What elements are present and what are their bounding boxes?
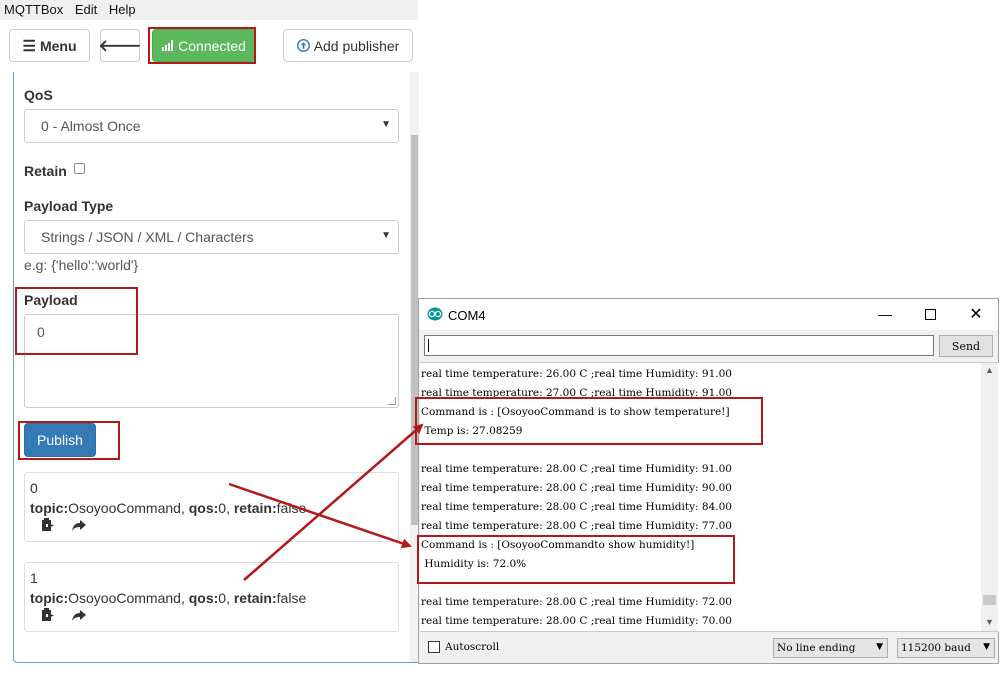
add-publisher-button[interactable]: Add publisher	[283, 29, 413, 62]
minimize-button[interactable]: —	[865, 303, 905, 325]
baud-rate-select[interactable]: 115200 baud ▼	[897, 638, 995, 658]
payload-type-label: Payload Type	[24, 198, 114, 214]
arduino-icon	[427, 307, 443, 321]
output-line: real time temperature: 28.00 C ;real tim…	[421, 482, 732, 494]
topic-value: OsoyooCommand	[68, 590, 181, 606]
highlight-payload	[15, 287, 138, 355]
maximize-button[interactable]	[910, 303, 950, 325]
retain-checkbox[interactable]	[74, 163, 85, 174]
topic-key: topic:	[30, 590, 69, 606]
circle-arrow-up-icon	[296, 39, 310, 52]
payload-type-select[interactable]: Strings / JSON / XML / Characters ▼	[24, 220, 399, 254]
hamburger-icon: ☰	[22, 37, 36, 55]
menu-mqttbox[interactable]: MQTTBox	[0, 0, 67, 17]
message-item: 0 topic:OsoyooCommand, qos:0, retain:fal…	[24, 472, 399, 542]
highlight-connected	[148, 27, 256, 64]
highlight-publish	[18, 421, 120, 460]
arrow-left-icon: 🡐	[98, 38, 142, 55]
clipboard-icon[interactable]	[39, 517, 55, 533]
autoscroll-checkbox[interactable]	[428, 641, 440, 653]
add-publisher-label: Add publisher	[313, 37, 400, 54]
output-line: real time temperature: 26.00 C ;real tim…	[421, 368, 732, 380]
resize-grip-icon[interactable]	[388, 397, 396, 405]
caret-down-icon: ▼	[381, 119, 391, 130]
maximize-icon	[924, 308, 936, 320]
send-button[interactable]: Send	[939, 335, 993, 357]
window-title: COM4	[448, 308, 486, 323]
message-index: 0	[30, 480, 38, 496]
highlight-temperature-command	[415, 397, 763, 445]
topic-value: OsoyooCommand	[68, 500, 181, 516]
retain-label: Retain	[24, 163, 67, 179]
serial-monitor-window: COM4 — ✕ Send real time temperature: 26.…	[418, 298, 999, 664]
clipboard-icon[interactable]	[39, 607, 55, 623]
message-item: 1 topic:OsoyooCommand, qos:0, retain:fal…	[24, 562, 399, 632]
scroll-down-icon[interactable]: ▼	[985, 617, 994, 627]
caret-down-icon: ▼	[381, 230, 391, 241]
close-icon: ✕	[969, 306, 983, 323]
output-scrollbar[interactable]: ▲ ▼	[981, 363, 998, 631]
back-button[interactable]: 🡐	[98, 29, 142, 62]
message-meta: topic:OsoyooCommand, qos:0, retain:false	[30, 500, 307, 516]
payload-type-hint: e.g: {'hello':'world'}	[24, 257, 139, 273]
chevron-down-icon: ▼	[983, 642, 990, 652]
output-line: real time temperature: 28.00 C ;real tim…	[421, 520, 732, 532]
payload-type-value: Strings / JSON / XML / Characters	[41, 229, 254, 245]
scroll-up-icon[interactable]: ▲	[985, 365, 994, 375]
menu-button-label: Menu	[39, 37, 77, 54]
qos-value: 0 - Almost Once	[41, 118, 141, 134]
output-line: real time temperature: 28.00 C ;real tim…	[421, 596, 732, 608]
serial-footer: Autoscroll No line ending ▼ 115200 baud …	[419, 633, 998, 663]
output-scrollbar-thumb[interactable]	[983, 595, 996, 605]
share-arrow-icon[interactable]	[71, 517, 87, 533]
title-bar: COM4 — ✕	[419, 299, 998, 330]
chevron-down-icon: ▼	[876, 642, 883, 652]
close-button[interactable]: ✕	[956, 303, 996, 325]
menu-help[interactable]: Help	[105, 0, 140, 17]
menu-edit[interactable]: Edit	[71, 0, 101, 17]
qos-label: QoS	[24, 87, 53, 103]
panel-scrollbar-thumb[interactable]	[411, 135, 418, 525]
minimize-icon: —	[878, 306, 892, 322]
qos-value: 0	[218, 590, 227, 606]
autoscroll-label: Autoscroll	[445, 641, 500, 653]
mqttbox-window: MQTTBox Edit Help ☰ Menu 🡐 Connected Add…	[0, 0, 420, 682]
menubar: MQTTBox Edit Help	[0, 0, 418, 20]
topic-key: topic:	[30, 500, 69, 516]
retain-value: false	[276, 500, 307, 516]
line-ending-value: No line ending	[777, 642, 856, 654]
highlight-humidity-command	[417, 535, 735, 584]
qos-value: 0	[218, 500, 227, 516]
output-line: real time temperature: 28.00 C ;real tim…	[421, 463, 732, 475]
qos-key: qos:	[188, 590, 219, 606]
menu-button[interactable]: ☰ Menu	[9, 29, 90, 62]
text-cursor	[428, 339, 429, 352]
retain-value: false	[276, 590, 307, 606]
share-arrow-icon[interactable]	[71, 607, 87, 623]
message-meta: topic:OsoyooCommand, qos:0, retain:false	[30, 590, 307, 606]
serial-send-input[interactable]	[424, 335, 934, 356]
output-line: real time temperature: 28.00 C ;real tim…	[421, 501, 732, 513]
baud-rate-value: 115200 baud	[901, 642, 971, 654]
line-ending-select[interactable]: No line ending ▼	[773, 638, 888, 658]
qos-select[interactable]: 0 - Almost Once ▼	[24, 109, 399, 143]
retain-key: retain:	[233, 590, 277, 606]
output-line: real time temperature: 28.00 C ;real tim…	[421, 615, 732, 627]
qos-key: qos:	[188, 500, 219, 516]
retain-key: retain:	[233, 500, 277, 516]
message-index: 1	[30, 570, 38, 586]
